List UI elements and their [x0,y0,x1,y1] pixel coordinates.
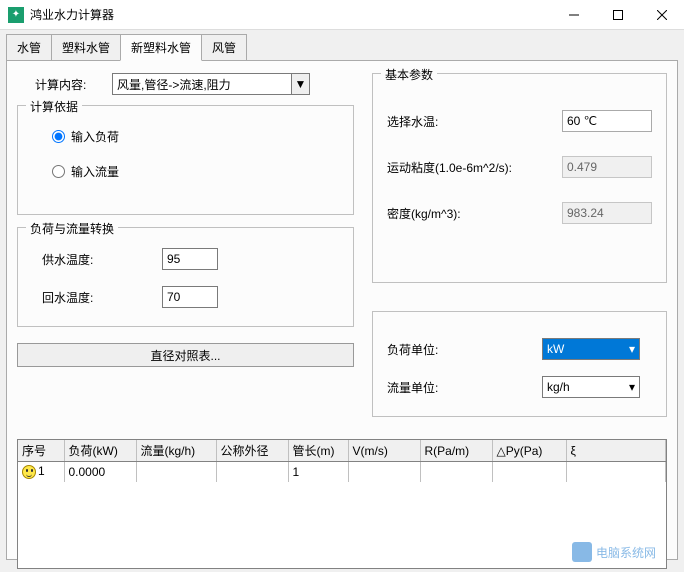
cell-seq[interactable]: 1 [18,462,64,482]
radio-input-flow[interactable]: 输入流量 [52,163,339,180]
col-length[interactable]: 管长(m) [288,440,348,462]
dropdown-arrow-icon: ▾ [625,377,639,397]
conversion-fieldset: 负荷与流量转换 供水温度: 回水温度: [17,227,354,327]
calc-content-select[interactable]: 风量,管径->流速,阻力 ▼ [112,73,310,95]
cell-flow[interactable] [136,462,216,482]
cell-dpy[interactable] [492,462,566,482]
calc-content-label: 计算内容: [17,76,112,93]
content-area: 水管 塑料水管 新塑料水管 风管 计算内容: 风量,管径->流速,阻力 ▼ 计算… [0,30,684,572]
calc-basis-fieldset: 计算依据 输入负荷 输入流量 [17,105,354,215]
tab-air-duct[interactable]: 风管 [201,34,247,61]
viscosity-value: 0.479 [562,156,652,178]
flow-unit-label: 流量单位: [387,379,542,396]
app-icon: ✦ [8,7,24,23]
load-unit-row: 负荷单位: kW ▾ [387,338,652,360]
table-row[interactable]: 1 0.0000 1 [18,462,666,482]
titlebar: ✦ 鸿业水力计算器 [0,0,684,30]
close-button[interactable] [640,0,684,30]
basic-params-legend: 基本参数 [381,66,437,83]
cell-length[interactable]: 1 [288,462,348,482]
data-table[interactable]: 序号 负荷(kW) 流量(kg/h) 公称外径 管长(m) V(m/s) R(P… [17,439,667,569]
radio-input-flow-label: 输入流量 [71,163,119,180]
water-temp-label: 选择水温: [387,113,562,130]
units-fieldset: 负荷单位: kW ▾ 流量单位: kg/h ▾ [372,311,667,417]
return-temp-row: 回水温度: [42,286,339,308]
radio-input-load-control[interactable] [52,130,65,143]
left-column: 计算内容: 风量,管径->流速,阻力 ▼ 计算依据 输入负荷 输入流量 [17,73,354,429]
col-flow[interactable]: 流量(kg/h) [136,440,216,462]
watermark-text: 电脑系统网 [596,544,656,561]
watermark-logo-icon [572,542,592,562]
col-dpy[interactable]: △Py(Pa) [492,440,566,462]
conversion-legend: 负荷与流量转换 [26,220,118,237]
col-seq[interactable]: 序号 [18,440,64,462]
minimize-button[interactable] [552,0,596,30]
window-title: 鸿业水力计算器 [30,6,552,23]
radio-input-load-label: 输入负荷 [71,128,119,145]
load-unit-value: kW [547,342,564,356]
col-xi[interactable]: ξ [566,440,666,462]
water-temp-row: 选择水温: 60 ℃ [387,110,652,132]
supply-temp-label: 供水温度: [42,251,162,268]
col-load[interactable]: 负荷(kW) [64,440,136,462]
calc-content-value: 风量,管径->流速,阻力 [117,76,231,93]
window-controls [552,0,684,30]
radio-input-load[interactable]: 输入负荷 [52,128,339,145]
watermark: 电脑系统网 [572,542,656,562]
cell-xi[interactable] [566,462,666,482]
smiley-icon [22,465,36,479]
dropdown-arrow-icon: ▼ [291,74,309,94]
cell-r[interactable] [420,462,492,482]
load-unit-label: 负荷单位: [387,341,542,358]
table-header-row: 序号 负荷(kW) 流量(kg/h) 公称外径 管长(m) V(m/s) R(P… [18,440,666,462]
flow-unit-select[interactable]: kg/h ▾ [542,376,640,398]
right-column: 基本参数 选择水温: 60 ℃ 运动粘度(1.0e-6m^2/s): 0.479… [372,73,667,429]
flow-unit-row: 流量单位: kg/h ▾ [387,376,652,398]
maximize-button[interactable] [596,0,640,30]
tab-water-pipe[interactable]: 水管 [6,34,52,61]
tab-new-plastic-pipe[interactable]: 新塑料水管 [120,34,202,61]
radio-input-flow-control[interactable] [52,165,65,178]
calc-basis-legend: 计算依据 [26,98,82,115]
diameter-lookup-button[interactable]: 直径对照表... [17,343,354,367]
flow-unit-value: kg/h [547,380,570,394]
viscosity-row: 运动粘度(1.0e-6m^2/s): 0.479 [387,156,652,178]
supply-temp-row: 供水温度: [42,248,339,270]
calc-content-row: 计算内容: 风量,管径->流速,阻力 ▼ [17,73,354,95]
col-diameter[interactable]: 公称外径 [216,440,288,462]
col-r[interactable]: R(Pa/m) [420,440,492,462]
cell-load[interactable]: 0.0000 [64,462,136,482]
density-value: 983.24 [562,202,652,224]
dropdown-arrow-icon: ▾ [625,339,639,359]
tab-panel: 计算内容: 风量,管径->流速,阻力 ▼ 计算依据 输入负荷 输入流量 [6,60,678,560]
col-velocity[interactable]: V(m/s) [348,440,420,462]
viscosity-label: 运动粘度(1.0e-6m^2/s): [387,159,562,176]
cell-diameter[interactable] [216,462,288,482]
density-label: 密度(kg/m^3): [387,205,562,222]
load-unit-select[interactable]: kW ▾ [542,338,640,360]
upper-section: 计算内容: 风量,管径->流速,阻力 ▼ 计算依据 输入负荷 输入流量 [17,73,667,429]
water-temp-select[interactable]: 60 ℃ [562,110,652,132]
tab-bar: 水管 塑料水管 新塑料水管 风管 [6,34,678,61]
cell-velocity[interactable] [348,462,420,482]
return-temp-label: 回水温度: [42,289,162,306]
supply-temp-input[interactable] [162,248,218,270]
density-row: 密度(kg/m^3): 983.24 [387,202,652,224]
return-temp-input[interactable] [162,286,218,308]
tab-plastic-pipe[interactable]: 塑料水管 [51,34,121,61]
basic-params-fieldset: 基本参数 选择水温: 60 ℃ 运动粘度(1.0e-6m^2/s): 0.479… [372,73,667,283]
